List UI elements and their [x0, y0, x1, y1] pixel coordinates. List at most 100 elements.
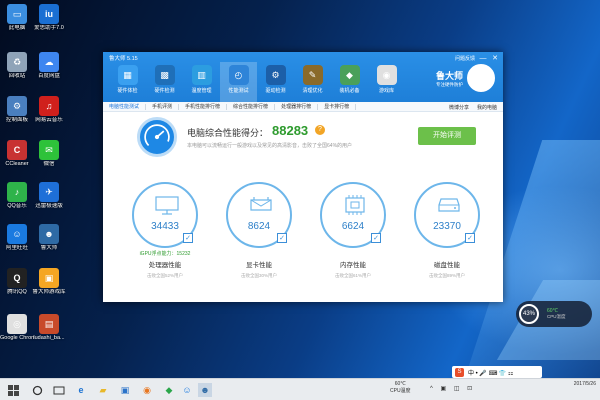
app-icon: ☺ — [7, 224, 27, 244]
app-icon-bird[interactable]: ◆ — [162, 383, 176, 397]
gpu-score: 8624 — [247, 221, 271, 232]
desktop-icon[interactable]: C CCleaner — [0, 140, 34, 168]
score-description: 本电脑可以流畅运行一般游戏以及常见的高清影音，击败了全国64%的用户 — [187, 143, 353, 149]
subtab[interactable]: 电脑性能测试 — [103, 103, 147, 110]
desktop-icon-label: 腾讯QQ — [7, 289, 27, 295]
app-icon: ♪ — [7, 182, 27, 202]
app-title: 鲁大师 5.15 — [109, 56, 138, 62]
beat-percent: 击败全国89%用户 — [428, 273, 465, 278]
cpu-performance-card[interactable]: 34433 ✓ iGPU浮点能力：15232 处理器性能 击败全国52%用户 — [125, 182, 205, 279]
subtab[interactable]: 处理器排行榜 — [275, 103, 319, 110]
desktop-icon-label: 阿里旺旺 — [5, 245, 28, 251]
desktop-icon[interactable]: ☺ 阿里旺旺 — [0, 224, 34, 252]
score-circle: 6624 ✓ — [320, 182, 386, 248]
subtab[interactable]: 显卡排行榜 — [318, 103, 357, 110]
desktop-icon[interactable]: ◎Google Chrome — [0, 314, 34, 342]
app-icon: ◎ — [7, 314, 27, 334]
checkbox-icon[interactable]: ✓ — [465, 233, 475, 243]
window-titlebar[interactable]: 鲁大师 5.15 问题反馈 — ✕ ▦ 硬件体检 ▩ 硬件检测 ▥ 温度管理 ◴ 性能测试 ⚙ 驱… — [103, 52, 503, 102]
nav-item[interactable]: ▩ 硬件检测 — [146, 62, 183, 102]
nav-item[interactable]: ⚙ 驱动检测 — [257, 62, 294, 102]
subtab-bar: 电脑性能测试 手机评测 手机性能排行榜 综合性能排行榜 处理器排行榜 显卡排行榜 微博分享… — [103, 102, 503, 112]
desktop-icon-label: CCleaner — [5, 161, 29, 167]
close-button[interactable]: ✕ — [491, 54, 499, 62]
subtab[interactable]: 手机评测 — [146, 103, 180, 110]
file-explorer-icon[interactable]: ▰ — [96, 383, 110, 397]
weibo-share-link[interactable]: 微博分享 — [449, 104, 469, 111]
desktop-icon[interactable]: ⚙ 控制面板 — [0, 96, 34, 124]
sogou-ime-icon[interactable]: S — [455, 367, 464, 377]
nav-item[interactable]: ◉ 游戏库 — [368, 62, 405, 102]
cpu-temp-tray[interactable]: 60℃ CPU温度 — [390, 381, 411, 395]
start-benchmark-button[interactable]: 开始评测 — [418, 127, 476, 145]
category-name: 内存性能 — [340, 262, 366, 269]
brand-name: 鲁大师 — [435, 70, 463, 81]
nav-item[interactable]: ◆ 装机必备 — [331, 62, 368, 102]
checkbox-icon[interactable]: ✓ — [277, 233, 287, 243]
memory-chip-icon — [345, 195, 365, 215]
clock-date: 2017/5/26 — [573, 381, 596, 387]
desktop-icon[interactable]: ♻ 回收站 — [0, 52, 34, 80]
desktop-icon[interactable]: iu 爱思助手7.0 — [32, 4, 66, 32]
system-tray-icons[interactable]: ^ ▣ ◫ ⊡ — [430, 385, 475, 392]
desktop-icon[interactable]: ▭ 此电脑 — [0, 4, 34, 32]
nav-icon: ▥ — [191, 65, 212, 85]
ime-toolbar[interactable]: S 中 • 🎤 ⌨ 👕 ⚏ — [452, 366, 542, 378]
nav-item[interactable]: ▦ 硬件体检 — [109, 62, 146, 102]
desktop-icon[interactable]: ♫ 网易云音乐 — [32, 96, 66, 124]
minimize-button[interactable]: — — [479, 55, 487, 62]
brand: 鲁大师 专注硬件防护 ☺ — [436, 64, 495, 92]
category-name: 磁盘性能 — [434, 262, 460, 269]
desktop-icon-label: 微信 — [43, 161, 55, 167]
category-name: 处理器性能 — [148, 262, 182, 269]
desktop-icon[interactable]: ☁ 百度网盘 — [32, 52, 66, 80]
desktop-icon[interactable]: ✈ 迅雷极速版 — [32, 182, 66, 210]
desktop-icon[interactable]: ▣ 鲁大师游戏库 — [32, 268, 66, 296]
store-icon[interactable]: ▣ — [118, 383, 132, 397]
mascot-avatar-icon[interactable]: ☺ — [467, 64, 495, 92]
hard-disk-icon — [438, 198, 460, 212]
score-circle: 8624 ✓ — [226, 182, 292, 248]
task-view-icon[interactable] — [52, 383, 66, 397]
help-icon[interactable]: ? — [315, 125, 325, 135]
score-label: 电脑综合性能得分： — [187, 128, 269, 138]
cortana-circle-icon[interactable] — [30, 383, 44, 397]
memory-performance-card[interactable]: 6624 ✓ 内存性能 击败全国61%用户 — [313, 182, 393, 279]
desktop-icon[interactable]: ☻ 鲁大师 — [32, 224, 66, 252]
ime-tools[interactable]: 中 • 🎤 ⌨ 👕 ⚏ — [468, 368, 513, 377]
nav-item[interactable]: ✎ 清理优化 — [294, 62, 331, 102]
start-windows-icon[interactable] — [6, 383, 20, 397]
disk-performance-card[interactable]: 23370 ✓ 磁盘性能 击败全国89%用户 — [407, 182, 487, 279]
ludashi-taskbar-icon[interactable]: ☻ — [198, 383, 212, 397]
nav-label: 清理优化 — [302, 88, 323, 94]
desktop-icon[interactable]: Q 腾讯QQ — [0, 268, 34, 296]
feedback-link[interactable]: 问题反馈 — [455, 55, 475, 62]
subtab[interactable]: 手机性能排行榜 — [179, 103, 228, 110]
my-computer-link[interactable]: 我的电脑 — [477, 104, 497, 111]
cpu-temp-widget[interactable]: 43% 60℃ CPU温度 — [516, 301, 592, 327]
nav-item[interactable]: ▥ 温度管理 — [183, 62, 220, 102]
extra-text — [407, 250, 487, 258]
subtab[interactable]: 综合性能排行榜 — [227, 103, 276, 110]
extra-text — [313, 250, 393, 258]
edge-icon[interactable]: e — [74, 383, 88, 397]
nav-icon: ⚙ — [265, 65, 286, 85]
app-icon-wangwang[interactable]: ☺ — [180, 383, 194, 397]
nav-item[interactable]: ◴ 性能测试 — [220, 62, 257, 102]
gpu-performance-card[interactable]: 8624 ✓ 显卡性能 击败全国30%用户 — [219, 182, 299, 279]
desktop-icon[interactable]: ♪ QQ音乐 — [0, 182, 34, 210]
desktop-icon[interactable]: ▤ ludashi_ba... — [32, 314, 66, 342]
tray-temp-value: 60℃ — [394, 381, 406, 387]
checkbox-icon[interactable]: ✓ — [183, 233, 193, 243]
speedometer-icon — [137, 117, 177, 157]
nav-label: 装机必备 — [339, 88, 360, 94]
checkbox-icon[interactable]: ✓ — [371, 233, 381, 243]
desktop-icon-label: 回收站 — [8, 73, 26, 79]
app-icon: ▣ — [39, 268, 59, 288]
score-circle: 34433 ✓ — [132, 182, 198, 248]
clock[interactable]: 2017/5/26 — [574, 381, 596, 388]
beat-percent: 击败全国52%用户 — [146, 273, 183, 278]
app-icon-orange[interactable]: ◉ — [140, 383, 154, 397]
desktop-icon[interactable]: ✉ 微信 — [32, 140, 66, 168]
nav-label: 温度管理 — [191, 88, 212, 94]
